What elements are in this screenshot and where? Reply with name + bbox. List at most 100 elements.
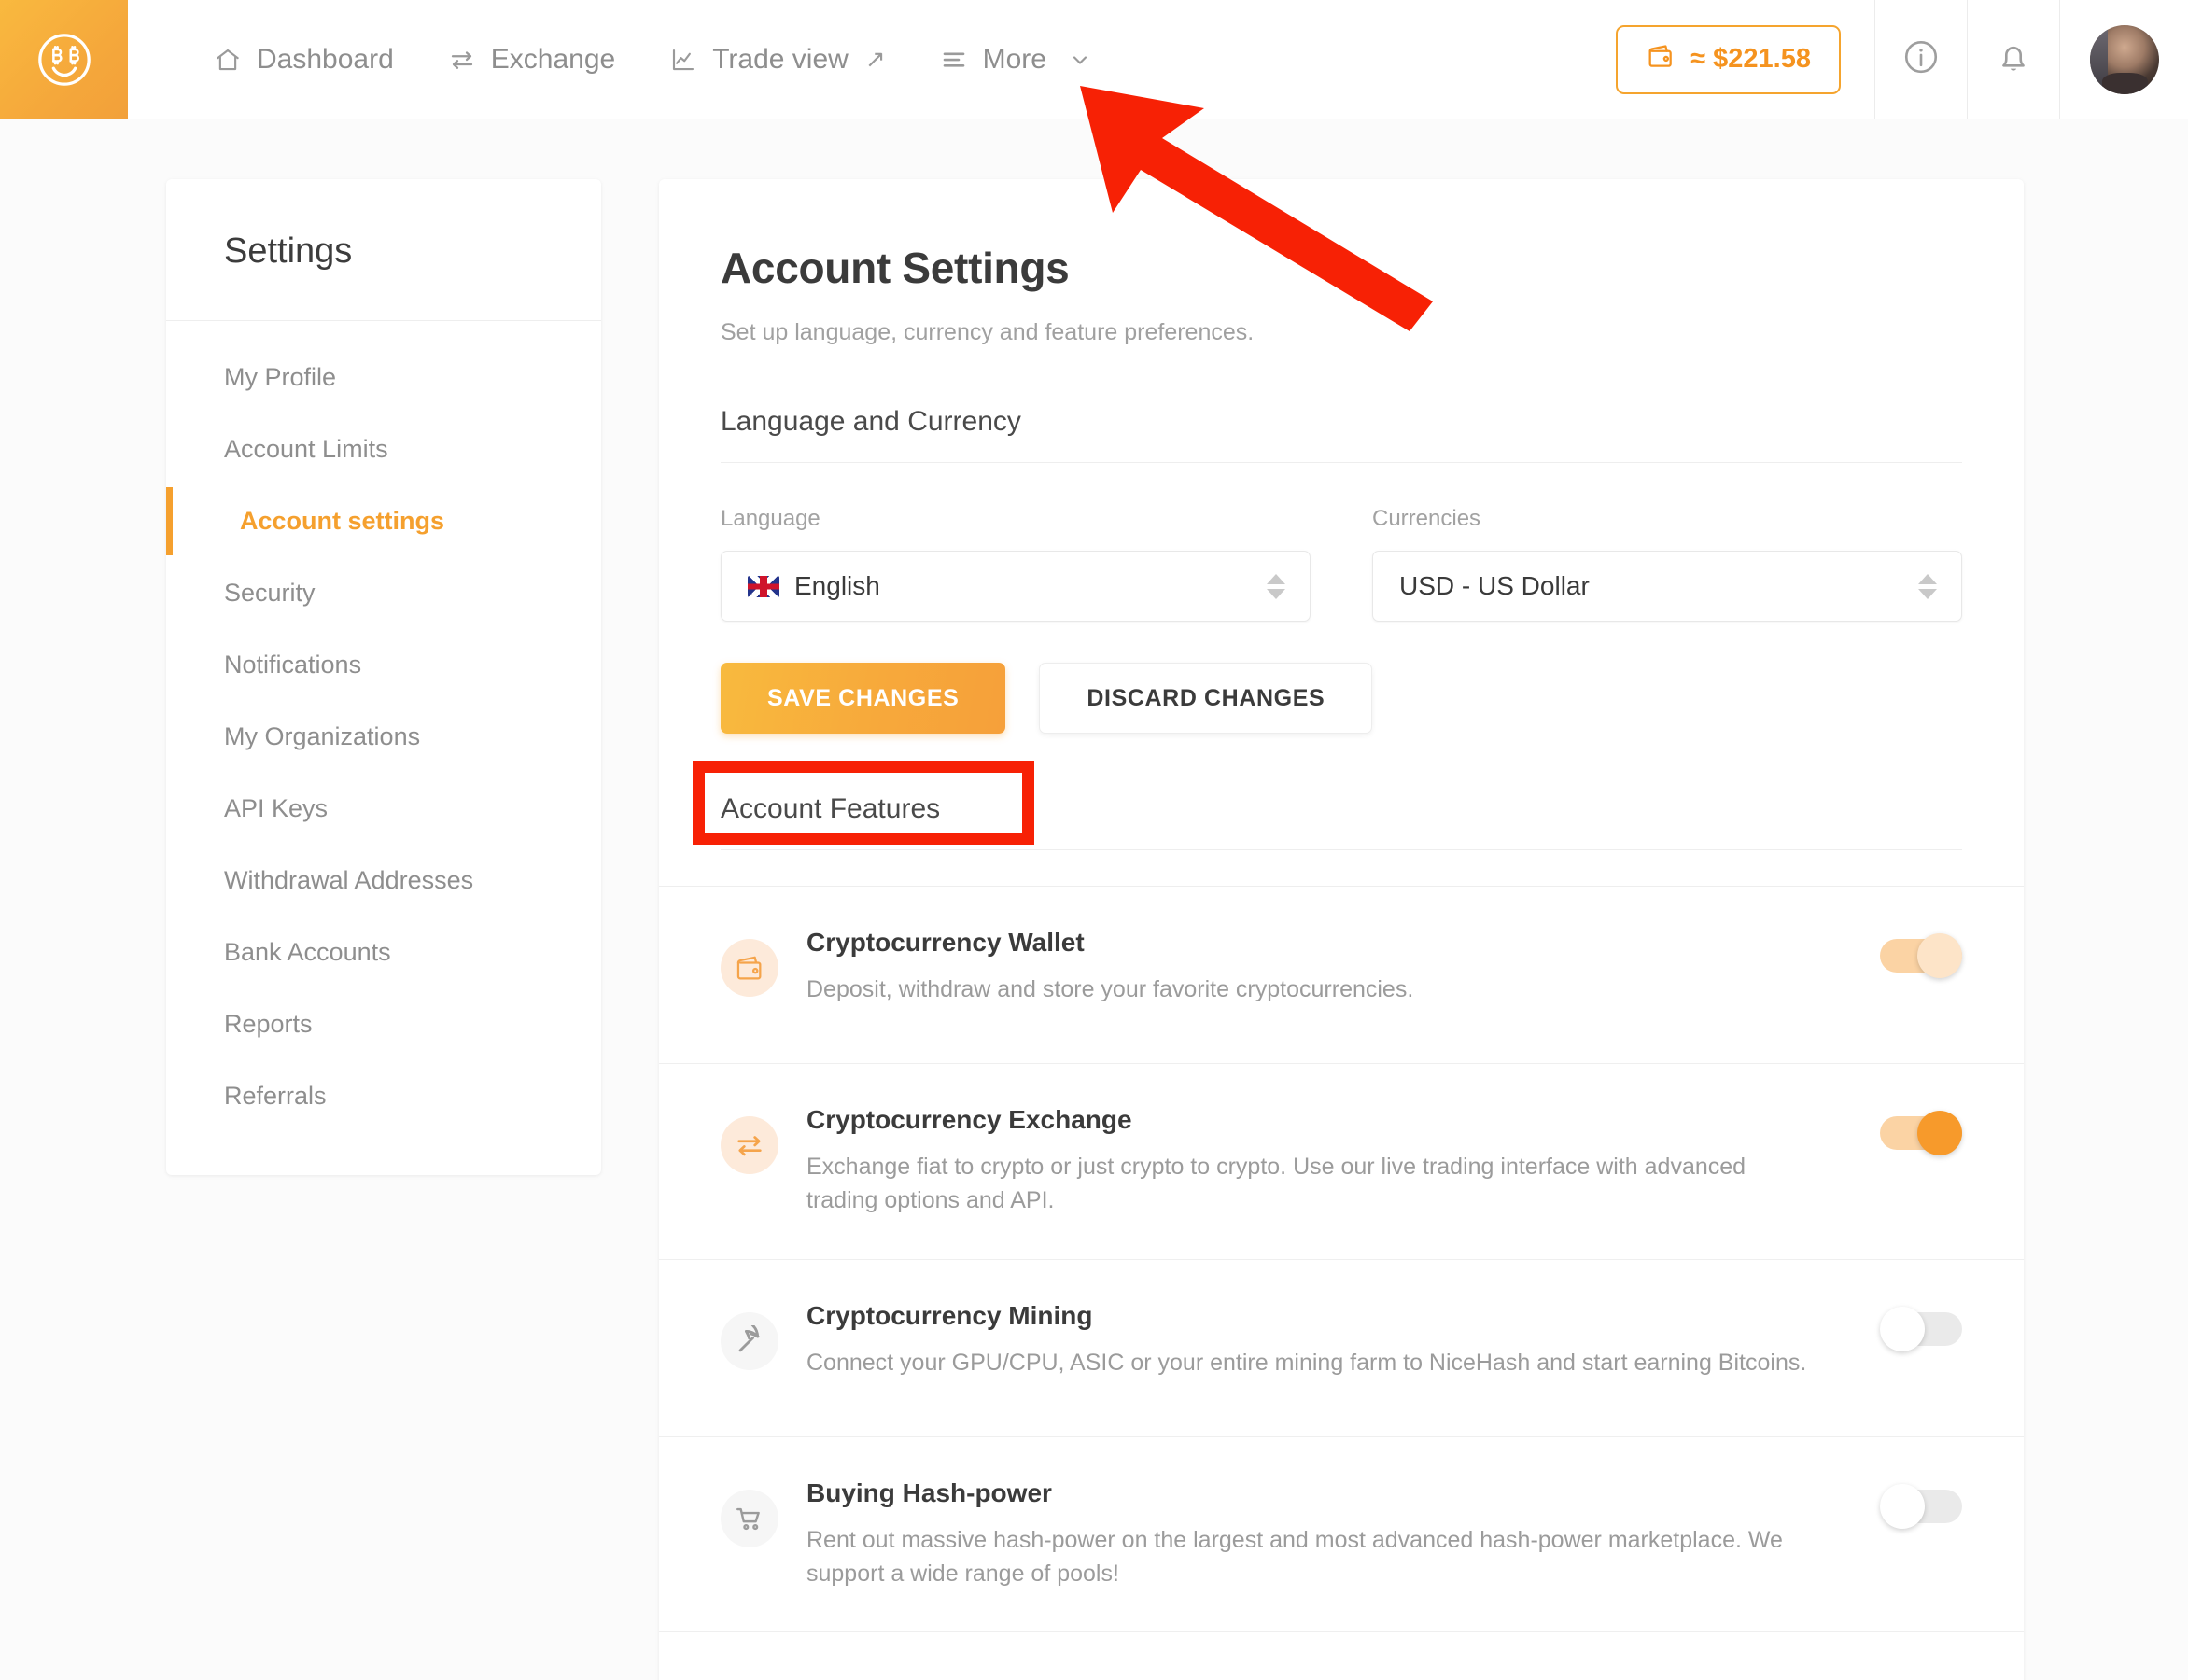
- nav-label-trade-view: Trade view: [712, 43, 849, 75]
- toggle-knob: [1880, 1483, 1925, 1529]
- select-spinner-icon: [1267, 573, 1285, 599]
- main-nav: Dashboard Exchange Trade view ↗ More: [128, 0, 1582, 119]
- toggle-cell: [1850, 1478, 1962, 1529]
- wallet-icon: [1646, 41, 1676, 78]
- toggle-cell: [1850, 1301, 1962, 1351]
- top-header: Dashboard Exchange Trade view ↗ More ≈ $…: [0, 0, 2188, 119]
- sidebar-item-account-settings[interactable]: Account settings: [166, 485, 601, 557]
- home-icon: [212, 44, 244, 76]
- exchange-arrows-icon: [446, 44, 478, 76]
- sidebar-item-bank-accounts[interactable]: Bank Accounts: [166, 917, 601, 988]
- sidebar-item-security[interactable]: Security: [166, 557, 601, 629]
- line-chart-icon: [667, 44, 699, 76]
- save-changes-button[interactable]: SAVE CHANGES: [721, 663, 1006, 734]
- feature-row-cryptocurrency-wallet: Cryptocurrency Wallet Deposit, withdraw …: [659, 887, 2024, 1064]
- exchange-arrows-icon: [721, 1116, 778, 1174]
- section-heading-account-features: Account Features: [721, 734, 1962, 850]
- external-link-icon: ↗: [864, 45, 886, 73]
- sidebar-item-reports[interactable]: Reports: [166, 988, 601, 1060]
- balance-button[interactable]: ≈ $221.58: [1616, 24, 1841, 94]
- toggle-cryptocurrency-mining[interactable]: [1880, 1306, 1962, 1351]
- toggle-cryptocurrency-wallet[interactable]: [1880, 933, 1962, 978]
- language-field: Language English: [721, 506, 1311, 622]
- shopping-cart-icon: [721, 1489, 778, 1547]
- feature-name: Cryptocurrency Wallet: [806, 928, 1085, 957]
- section-heading-language-currency: Language and Currency: [721, 346, 1962, 463]
- feature-row-cryptocurrency-mining: Cryptocurrency Mining Connect your GPU/C…: [659, 1260, 2024, 1437]
- currency-select[interactable]: USD - US Dollar: [1372, 551, 1962, 622]
- sidebar-item-notifications[interactable]: Notifications: [166, 629, 601, 701]
- brand-logo[interactable]: [0, 0, 128, 119]
- info-circle-icon: [1901, 37, 1941, 81]
- currency-field: Currencies USD - US Dollar: [1372, 506, 1962, 622]
- language-currency-fields: Language English Currencies USD - US Dol…: [721, 463, 1962, 622]
- feature-text: Buying Hash-power Rent out massive hash-…: [806, 1478, 1850, 1591]
- feature-description: Rent out massive hash-power on the large…: [806, 1526, 1783, 1587]
- feature-text: Cryptocurrency Wallet Deposit, withdraw …: [806, 928, 1850, 1006]
- page-title: Account Settings: [721, 244, 1070, 292]
- nav-item-more[interactable]: More: [912, 0, 1117, 119]
- sidebar-item-withdrawal-addresses[interactable]: Withdrawal Addresses: [166, 845, 601, 917]
- avatar: [2089, 24, 2159, 94]
- sidebar-item-my-profile[interactable]: My Profile: [166, 342, 601, 413]
- header-right-group: ≈ $221.58: [1582, 0, 2188, 119]
- sidebar-item-account-limits[interactable]: Account Limits: [166, 413, 601, 485]
- toggle-cell: [1850, 928, 1962, 978]
- feature-description: Connect your GPU/CPU, ASIC or your entir…: [806, 1349, 1807, 1376]
- hamburger-icon: [938, 44, 970, 76]
- notifications-button[interactable]: [1967, 0, 2059, 119]
- toggle-buying-hash-power[interactable]: [1880, 1483, 1962, 1529]
- feature-text: Cryptocurrency Exchange Exchange fiat to…: [806, 1105, 1850, 1218]
- nav-label-exchange: Exchange: [490, 43, 616, 75]
- toggle-knob: [1917, 933, 1962, 978]
- nav-item-dashboard[interactable]: Dashboard: [186, 0, 420, 119]
- toggle-knob: [1880, 1306, 1925, 1351]
- currency-select-value: USD - US Dollar: [1399, 571, 1590, 600]
- chevron-down-icon: [1069, 49, 1091, 71]
- page-body: Settings My Profile Account Limits Accou…: [0, 119, 2188, 1680]
- nicehash-smiley-logo: [37, 34, 91, 86]
- feature-description: Exchange fiat to crypto or just crypto t…: [806, 1154, 1746, 1214]
- discard-changes-button[interactable]: DISCARD CHANGES: [1039, 663, 1373, 734]
- sidebar-item-api-keys[interactable]: API Keys: [166, 773, 601, 845]
- feature-row-cryptocurrency-exchange: Cryptocurrency Exchange Exchange fiat to…: [659, 1064, 2024, 1260]
- feature-description: Deposit, withdraw and store your favorit…: [806, 976, 1414, 1002]
- card-upper: Account Settings Set up language, curren…: [659, 179, 2024, 850]
- sidebar-item-my-organizations[interactable]: My Organizations: [166, 701, 601, 773]
- currency-label: Currencies: [1372, 506, 1481, 531]
- wallet-icon: [721, 939, 778, 997]
- feature-list-footer: [659, 1632, 2024, 1680]
- feature-name: Cryptocurrency Exchange: [806, 1105, 1132, 1134]
- form-actions: SAVE CHANGES DISCARD CHANGES: [721, 622, 1962, 734]
- balance-wrap: ≈ $221.58: [1582, 0, 1874, 119]
- user-menu-button[interactable]: [2059, 0, 2188, 119]
- feature-name: Buying Hash-power: [806, 1477, 1052, 1507]
- uk-flag-icon: [748, 575, 779, 597]
- account-features-list: Cryptocurrency Wallet Deposit, withdraw …: [659, 886, 2024, 1680]
- toggle-cryptocurrency-exchange[interactable]: [1880, 1111, 1962, 1155]
- nav-label-dashboard: Dashboard: [257, 43, 394, 75]
- feature-name: Cryptocurrency Mining: [806, 1300, 1093, 1330]
- nav-item-trade-view[interactable]: Trade view ↗: [641, 0, 911, 119]
- app-root: Dashboard Exchange Trade view ↗ More ≈ $…: [0, 0, 2188, 1680]
- language-select[interactable]: English: [721, 551, 1311, 622]
- sidebar-item-referrals[interactable]: Referrals: [166, 1060, 601, 1132]
- sidebar-list: My Profile Account Limits Account settin…: [166, 321, 601, 1175]
- sidebar-title: Settings: [166, 179, 601, 321]
- page-subtitle: Set up language, currency and feature pr…: [721, 319, 1255, 345]
- toggle-cell: [1850, 1105, 1962, 1155]
- feature-text: Cryptocurrency Mining Connect your GPU/C…: [806, 1301, 1850, 1379]
- bell-icon: [1994, 37, 2033, 81]
- nav-item-exchange[interactable]: Exchange: [420, 0, 641, 119]
- settings-sidebar: Settings My Profile Account Limits Accou…: [166, 179, 601, 1175]
- balance-amount: ≈ $221.58: [1690, 44, 1811, 74]
- language-label: Language: [721, 506, 820, 531]
- language-select-value: English: [794, 571, 880, 600]
- info-button[interactable]: [1874, 0, 1967, 119]
- select-spinner-icon: [1918, 573, 1937, 599]
- account-settings-card: Account Settings Set up language, curren…: [659, 179, 2024, 1680]
- nav-label-more: More: [982, 43, 1046, 75]
- toggle-knob: [1917, 1111, 1962, 1155]
- feature-row-buying-hash-power: Buying Hash-power Rent out massive hash-…: [659, 1437, 2024, 1632]
- language-select-value-wrap: English: [748, 571, 1267, 601]
